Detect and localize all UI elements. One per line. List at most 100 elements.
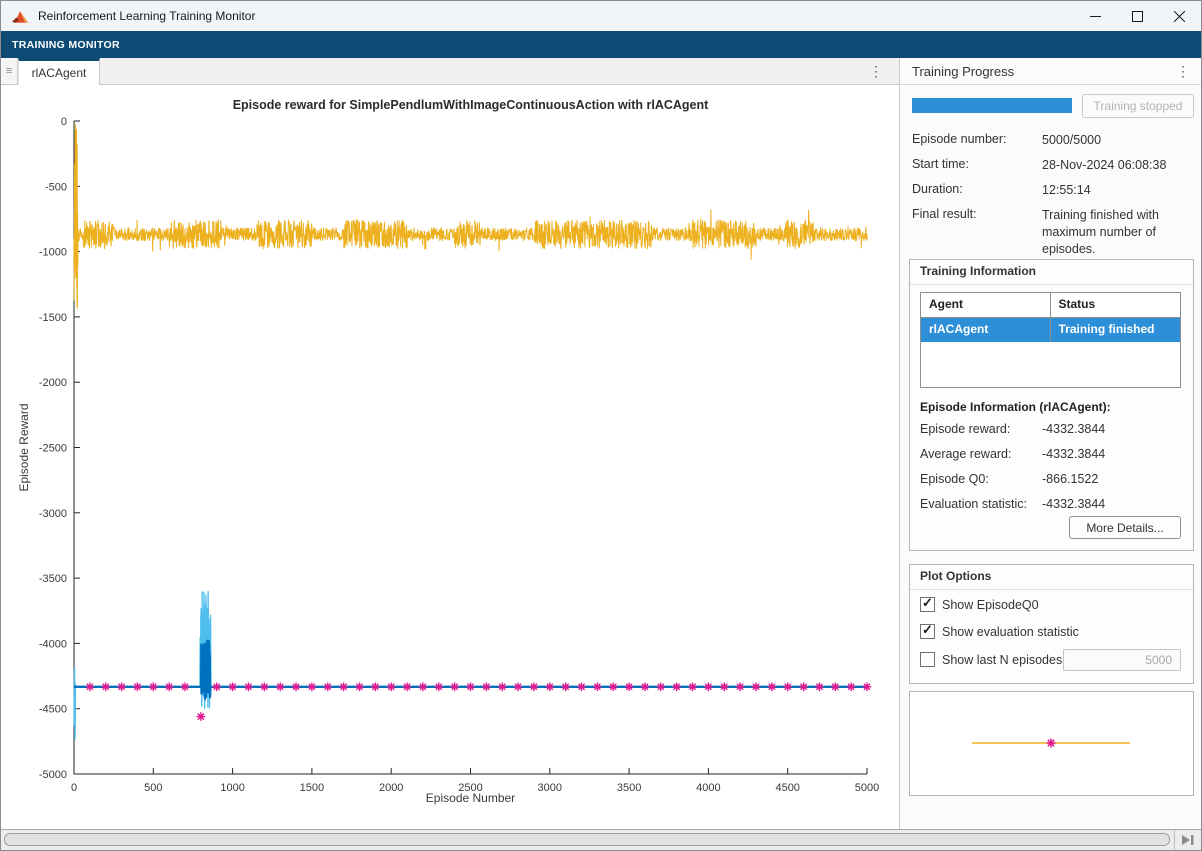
episode-information-title: Episode Information (rlACAgent): — [920, 400, 1111, 414]
svg-text:-3000: -3000 — [39, 508, 67, 520]
episode-reward-plot: Episode reward for SimplePendlumWithImag… — [1, 85, 898, 829]
svg-text:-2500: -2500 — [39, 443, 67, 455]
stat-value: -4332.3844 — [1042, 497, 1105, 511]
checkbox[interactable] — [920, 597, 935, 612]
field-value: 12:55:14 — [1042, 182, 1195, 199]
maximize-button[interactable] — [1116, 1, 1158, 31]
checkbox-label: Show evaluation statistic — [942, 625, 1079, 639]
field-value: Training finished with maximum number of… — [1042, 207, 1194, 258]
svg-text:0: 0 — [71, 782, 77, 794]
agent-cell: rlACAgent — [921, 318, 1051, 342]
horizontal-scrollbar[interactable] — [4, 833, 1170, 846]
training-progress-panel: Training Progress ⋮ Training stopped Epi… — [899, 58, 1202, 829]
titlebar: Reinforcement Learning Training Monitor — [1, 1, 1201, 31]
footer-divider — [1174, 830, 1175, 851]
svg-text:Episode Reward: Episode Reward — [17, 403, 31, 491]
minimize-icon — [1090, 11, 1101, 22]
column-header-status: Status — [1051, 293, 1181, 317]
stat-value: -4332.3844 — [1042, 422, 1105, 436]
svg-text:4500: 4500 — [775, 782, 799, 794]
training-stopped-button[interactable]: Training stopped — [1082, 94, 1194, 118]
tab-rlacagent[interactable]: rlACAgent — [18, 58, 100, 85]
checkbox[interactable] — [920, 624, 935, 639]
close-button[interactable] — [1158, 1, 1200, 31]
duration-row: Duration: 12:55:14 — [912, 182, 1195, 199]
episode-reward-chart: Episode reward for SimplePendlumWithImag… — [1, 85, 898, 829]
svg-text:0: 0 — [61, 116, 67, 128]
episode-number-row: Episode number: 5000/5000 — [912, 132, 1195, 149]
document-pane: ≡ rlACAgent ⋮ Episode reward for SimpleP… — [1, 58, 899, 829]
episode-reward-stat: Episode reward: -4332.3844 — [920, 422, 1105, 436]
field-label: Start time: — [912, 157, 1042, 174]
matlab-logo-icon — [12, 9, 30, 24]
more-details-button[interactable]: More Details... — [1069, 516, 1181, 539]
panel-title: Training Progress — [912, 64, 1014, 79]
svg-text:-3500: -3500 — [39, 573, 67, 585]
start-time-row: Start time: 28-Nov-2024 06:08:38 — [912, 157, 1195, 174]
svg-text:3000: 3000 — [538, 782, 562, 794]
collapse-panel-right-icon[interactable] — [1181, 834, 1195, 846]
tab-actions-kebab-icon[interactable]: ⋮ — [869, 64, 883, 78]
field-value: 28-Nov-2024 06:08:38 — [1042, 157, 1195, 174]
stat-label: Episode Q0: — [920, 472, 1042, 486]
window-title: Reinforcement Learning Training Monitor — [38, 9, 255, 23]
show-evaluation-statistic-checkbox-row[interactable]: Show evaluation statistic — [920, 624, 1079, 639]
stat-value: -4332.3844 — [1042, 447, 1105, 461]
svg-text:500: 500 — [144, 782, 162, 794]
checkbox-label: Show last N episodes — [942, 653, 1062, 667]
tab-label: rlACAgent — [32, 66, 87, 80]
svg-text:2500: 2500 — [458, 782, 482, 794]
plot-preview-thumbnail — [910, 692, 1192, 795]
document-tabbar: ≡ rlACAgent ⋮ — [1, 58, 899, 85]
close-icon — [1174, 11, 1185, 22]
svg-text:4000: 4000 — [696, 782, 720, 794]
stat-label: Average reward: — [920, 447, 1042, 461]
table-header-row: Agent Status — [921, 293, 1180, 318]
svg-text:5000: 5000 — [855, 782, 879, 794]
show-last-n-episodes-checkbox-row[interactable]: Show last N episodes — [920, 652, 1062, 667]
field-label: Final result: — [912, 207, 1042, 258]
stat-value: -866.1522 — [1042, 472, 1098, 486]
evaluation-statistic-stat: Evaluation statistic: -4332.3844 — [920, 497, 1105, 511]
svg-text:1500: 1500 — [300, 782, 324, 794]
last-n-episodes-input[interactable] — [1063, 649, 1181, 671]
final-result-row: Final result: Training finished with max… — [912, 207, 1195, 258]
table-row[interactable]: rlACAgent Training finished — [921, 318, 1180, 342]
window-controls — [1074, 1, 1200, 31]
status-cell: Training finished — [1051, 318, 1181, 342]
stat-label: Episode reward: — [920, 422, 1042, 436]
field-label: Episode number: — [912, 132, 1042, 149]
svg-text:-1000: -1000 — [39, 247, 67, 259]
training-information-section: Training Information Agent Status rlACAg… — [909, 259, 1194, 551]
svg-text:3500: 3500 — [617, 782, 641, 794]
average-reward-stat: Average reward: -4332.3844 — [920, 447, 1105, 461]
show-episodeq0-checkbox-row[interactable]: Show EpisodeQ0 — [920, 597, 1039, 612]
training-progress-bar — [912, 98, 1072, 113]
episode-q0-stat: Episode Q0: -866.1522 — [920, 472, 1098, 486]
checkbox-label: Show EpisodeQ0 — [942, 598, 1039, 612]
stat-label: Evaluation statistic: — [920, 497, 1042, 511]
checkbox[interactable] — [920, 652, 935, 667]
svg-text:-4000: -4000 — [39, 638, 67, 650]
statusbar — [1, 829, 1201, 851]
minimize-button[interactable] — [1074, 1, 1116, 31]
svg-text:-5000: -5000 — [39, 769, 67, 781]
panel-actions-kebab-icon[interactable]: ⋮ — [1176, 64, 1190, 78]
toolstrip-tab-training-monitor[interactable]: TRAINING MONITOR — [12, 39, 120, 51]
plot-preview-panel — [909, 691, 1194, 796]
svg-text:-2000: -2000 — [39, 377, 67, 389]
agent-status-table: Agent Status rlACAgent Training finished — [920, 292, 1181, 388]
svg-text:2000: 2000 — [379, 782, 403, 794]
field-label: Duration: — [912, 182, 1042, 199]
toolstrip: TRAINING MONITOR — [1, 31, 1201, 58]
column-header-agent: Agent — [921, 293, 1051, 317]
section-title: Training Information — [910, 260, 1193, 285]
panel-header: Training Progress ⋮ — [900, 58, 1202, 85]
app-window: Reinforcement Learning Training Monitor … — [0, 0, 1202, 851]
section-title: Plot Options — [910, 565, 1193, 590]
maximize-icon — [1132, 11, 1143, 22]
svg-text:-500: -500 — [45, 181, 67, 193]
document-grip-icon[interactable]: ≡ — [1, 58, 18, 84]
svg-text:-4500: -4500 — [39, 704, 67, 716]
field-value: 5000/5000 — [1042, 132, 1195, 149]
